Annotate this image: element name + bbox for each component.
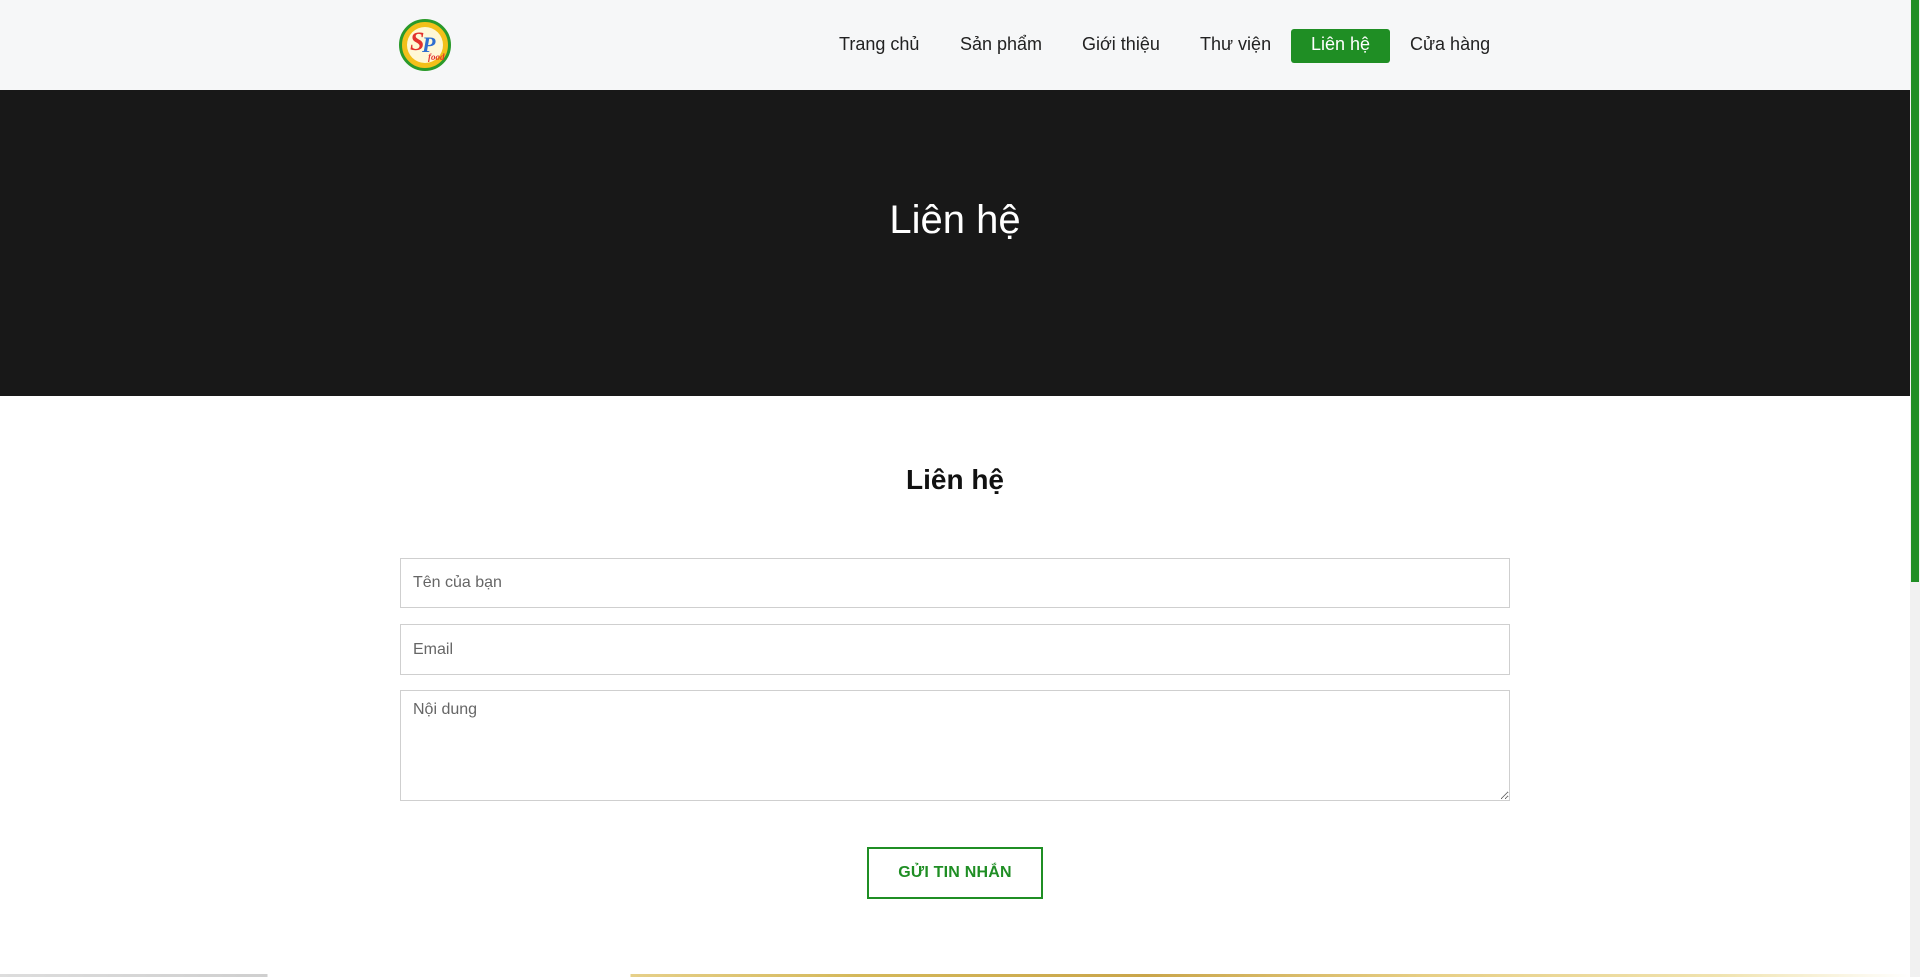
page: S P food Trang chủ Sản phẩm Giới thiệu T… bbox=[0, 0, 1920, 977]
send-message-button[interactable]: GỬI TIN NHẮN bbox=[867, 847, 1043, 899]
site-header: S P food Trang chủ Sản phẩm Giới thiệu T… bbox=[0, 0, 1910, 90]
nav-item-thu-vien[interactable]: Thư viện bbox=[1180, 29, 1291, 63]
nav-item-trang-chu[interactable]: Trang chủ bbox=[819, 29, 939, 63]
message-textarea[interactable] bbox=[400, 690, 1510, 801]
hero-banner: Liên hệ bbox=[0, 90, 1910, 396]
hero-title: Liên hệ bbox=[889, 198, 1021, 242]
nav-item-gioi-thieu[interactable]: Giới thiệu bbox=[1062, 29, 1180, 63]
contact-title: Liên hệ bbox=[905, 464, 1004, 495]
scrollbar-thumb[interactable] bbox=[1911, 0, 1919, 582]
nav-item-cua-hang[interactable]: Cửa hàng bbox=[1390, 29, 1510, 63]
email-input[interactable] bbox=[400, 624, 1510, 675]
main-nav: Trang chủ Sản phẩm Giới thiệu Thư viện L… bbox=[0, 29, 1910, 63]
nav-item-lien-he[interactable]: Liên hệ bbox=[1291, 29, 1390, 63]
page-scrollbar[interactable] bbox=[1910, 0, 1920, 977]
nav-item-san-pham[interactable]: Sản phẩm bbox=[940, 29, 1062, 63]
name-input[interactable] bbox=[400, 558, 1510, 608]
